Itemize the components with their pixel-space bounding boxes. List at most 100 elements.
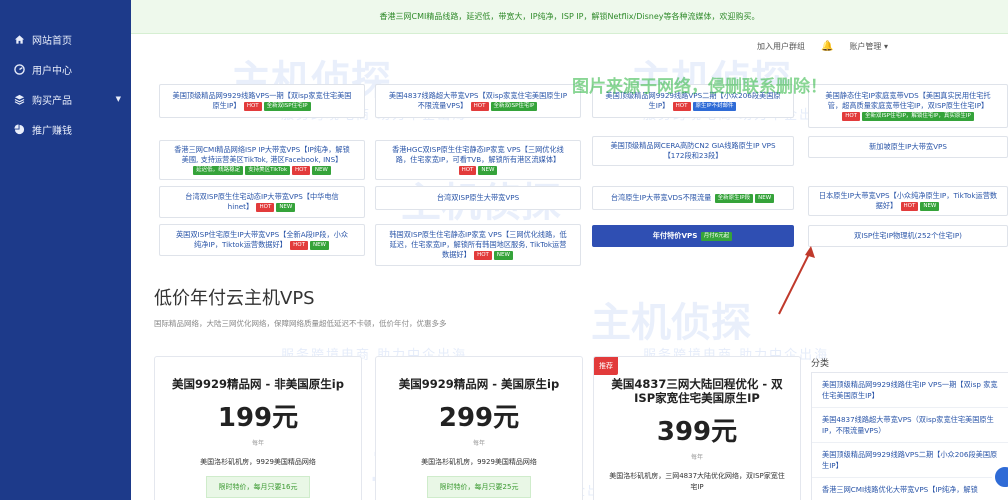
account-menu[interactable]: 账户管理 ▾ [849, 41, 888, 52]
feature-badge: 全新双ISP住宅IP，解锁住宅IP，真实原生IP [862, 112, 974, 121]
card-title: 纯净IP，Tiktok运营数据好】 [193, 240, 287, 249]
category-item[interactable]: 美国顶级精品网9929线路VPS二期【小众206段美国原生IP】 [812, 443, 1008, 478]
sidebar-item-affiliate[interactable]: 推广赚钱 [0, 114, 131, 144]
card-title: 路，住宅家宽IP，可看TVB，解锁所有港区流媒体】 [395, 155, 561, 164]
product-card[interactable]: 英国双ISP住宅原生IP大带宽VPS【全新A段IP段，小众 纯净IP，Tikto… [159, 224, 365, 256]
plan-promo: 限时特价，每月只要25元 [426, 476, 532, 498]
hot-badge: HOT [672, 102, 691, 111]
plan-price: 399元 [656, 417, 738, 447]
plan-card[interactable]: 美国9929精品网 - 非美国原生ip 199元 每年 美国洛杉矶机房，9929… [154, 356, 362, 500]
announcement-banner: 香港三网CMI精品线路，延迟低，带宽大，IP纯净，ISP IP，解锁Netfli… [131, 0, 1008, 34]
card-title: 不限流量VPS】 [417, 101, 468, 110]
plan-promo: 限时特价，每月只要16元 [205, 476, 311, 498]
hot-badge: HOT [290, 241, 308, 250]
home-icon [13, 33, 25, 45]
product-card[interactable]: 双ISP住宅IP物理机(252个住宅IP) [808, 225, 1008, 247]
new-badge: NEW [276, 203, 296, 212]
section-subtitle: 国际精品网络，大陆三网优化网络，保障网络质量超低延迟不卡顿，低价年付，优惠多多 [154, 319, 447, 328]
watermark-logo: 主机侦探 [591, 300, 751, 346]
card-title: 美国顶级精品网CERA高防CN2 GIA线路原生IP VPS [610, 141, 776, 150]
product-card[interactable]: 美国顶级精品网9929线路VPS一期【双isp家宽住宅美国 原生IP】 HOT 全… [159, 84, 365, 118]
sidebar-item-home[interactable]: 网站首页 [0, 24, 131, 54]
plan-price: 199元 [217, 403, 299, 433]
card-title: 香港三网CMI精品网络ISP IP大带宽VPS【IP纯净，解锁 [174, 145, 350, 154]
hot-badge: HOT [243, 102, 262, 111]
feature-badge: 全新原生IP段 [714, 194, 754, 203]
pie-chart-icon [13, 123, 25, 135]
plan-card[interactable]: 美国9929精品网 - 美国原生ip 299元 每年 美国洛杉矶机房，9929美… [375, 356, 583, 500]
product-card[interactable]: 新加坡原生IP大带宽VPS [808, 136, 1008, 158]
sidebar: 网站首页 用户中心 购买产品 ▼ 推广赚钱 [0, 0, 131, 500]
feature-badge: 支持美区TikTok [245, 166, 291, 175]
card-title: 美国4837线路超大带宽VPS【双isp家宽住宅美国原生IP [388, 91, 568, 100]
product-card[interactable]: 台湾原生IP大带宽VDS不限流量 全新原生IP段 NEW [592, 186, 794, 210]
card-title: 【172段和23段】 [663, 151, 723, 160]
product-card[interactable]: 美国4837线路超大带宽VPS【双isp家宽住宅美国原生IP 不限流量VPS】 … [375, 84, 581, 118]
card-title: 新加坡原生IP大带宽VPS [869, 142, 947, 151]
product-card[interactable]: 台湾双ISP原生大带宽VPS [375, 186, 581, 210]
plan-description: 美国洛杉矶机房，三网4837大陆优化网络，双ISP家宽住宅IP [609, 472, 785, 491]
card-title: 美国顶级精品网9929线路VPS二期【小众206段美国原 [605, 91, 781, 100]
annual-deal-card[interactable]: 年付特价VPS 月付6元起 [592, 225, 794, 247]
card-title: 生IP】 [648, 101, 670, 110]
price-badge: 月付6元起 [700, 232, 733, 241]
chevron-down-icon: ▼ [115, 95, 121, 103]
new-badge: NEW [755, 194, 775, 203]
card-title: 原生IP】 [212, 101, 241, 110]
plan-period: 每年 [251, 440, 264, 447]
card-title: 年付特价VPS [652, 231, 698, 240]
sidebar-nav: 网站首页 用户中心 购买产品 ▼ 推广赚钱 [0, 0, 131, 144]
card-title: 韩国双ISP原生住宅静态IP家宽 VPS【三网优化线路，低 [389, 230, 567, 239]
card-title: 台湾双ISP原生住宅动态IP大带宽VPS【中华电信 [185, 192, 339, 201]
product-card[interactable]: 韩国双ISP原生住宅静态IP家宽 VPS【三网优化线路，低 延迟，住宅家宽IP，… [375, 224, 581, 266]
feature-badge: 延迟低，线路稳定 [193, 166, 244, 175]
new-badge: NEW [309, 241, 329, 250]
hot-badge: HOT [470, 102, 489, 111]
card-title: 台湾原生IP大带宽VDS不限流量 [610, 193, 712, 202]
product-card[interactable]: 美国静态住宅IP家庭宽带VDS【美国真实民用住宅托 管，超高质量家庭宽带住宅IP… [808, 84, 1008, 128]
plan-name: 美国9929精品网 - 美国原生ip [398, 377, 560, 391]
dashboard-icon [13, 63, 25, 75]
sidebar-item-user-center[interactable]: 用户中心 [0, 54, 131, 84]
card-title: 美国顶级精品网9929线路VPS一期【双isp家宽住宅美国 [172, 91, 352, 100]
card-title: 管，超高质量家庭宽带住宅IP，双ISP原生住宅IP】 [827, 101, 989, 110]
card-title: 据好】 [875, 201, 898, 210]
plan-description: 美国洛杉矶机房，9929美国精品网络 [421, 458, 537, 466]
hot-badge: HOT [900, 202, 919, 211]
section-title: 低价年付云主机VPS [154, 288, 315, 309]
card-title: 数据好】 [442, 250, 471, 259]
plan-card[interactable]: 推荐 美国4837三网大陆回程优化 - 双ISP家宽住宅美国原生IP 399元 … [593, 356, 801, 500]
product-card[interactable]: 美国顶级精品网9929线路VPS二期【小众206段美国原 生IP】 HOT 原生I… [592, 84, 794, 118]
feature-badge: 全新双ISP住宅IP [263, 102, 311, 111]
product-card[interactable]: 美国顶级精品网CERA高防CN2 GIA线路原生IP VPS 【172段和23段… [592, 136, 794, 166]
bell-icon[interactable]: 🔔 [821, 41, 833, 52]
card-title: hinet】 [227, 202, 254, 211]
new-badge: NEW [493, 251, 513, 260]
plan-name: 美国9929精品网 - 非美国原生ip [172, 377, 344, 391]
layers-icon [13, 93, 25, 105]
sidebar-item-buy-products[interactable]: 购买产品 ▼ [0, 84, 131, 114]
product-card[interactable]: 日本原生IP大带宽VPS【小众纯净原生IP，TikTok运营数 据好】 HOT N… [808, 186, 1008, 216]
top-bar: 加入用户群组 🔔 账户管理 ▾ [131, 36, 1008, 56]
card-title: 美國, 支持运营美区TikTok, 港区Facebook, INS】 [181, 155, 343, 164]
hot-badge: HOT [292, 166, 310, 175]
product-card[interactable]: 台湾双ISP原生住宅动态IP大带宽VPS【中华电信 hinet】 HOT NEW [159, 186, 365, 218]
plan-name: 美国4837三网大陆回程优化 - 双ISP家宽住宅美国原生IP [611, 377, 783, 405]
category-item[interactable]: 美国顶级精品网9929线路住宅IP VPS一期【双isp 家宽住宅美国原生IP】 [812, 373, 1008, 408]
category-item[interactable]: 香港三网CMI线路优化大带宽VPS【IP纯净，解锁 [812, 478, 1008, 500]
hot-badge: HOT [842, 112, 861, 121]
hot-badge: HOT [256, 203, 275, 212]
add-favorite-link[interactable]: 加入用户群组 [757, 41, 805, 52]
sidebar-item-label: 网站首页 [32, 35, 72, 47]
banner-text: 香港三网CMI精品线路，延迟低，带宽大，IP纯净，ISP IP，解锁Netfli… [379, 12, 760, 21]
card-title: 英国双ISP住宅原生IP大带宽VPS【全新A段IP段，小众 [175, 230, 349, 239]
product-card[interactable]: 香港HGC双ISP原生住宅静态IP家宽 VPS【三网优化线 路，住宅家宽IP，可… [375, 140, 581, 180]
hot-badge: HOT [474, 251, 492, 260]
card-title: 日本原生IP大带宽VPS【小众纯净原生IP，TikTok运营数 [818, 191, 998, 200]
plan-period: 每年 [472, 440, 485, 447]
category-item[interactable]: 美国4837线路超大带宽VPS（双isp家宽住宅美国原生IP，不限流量VPS） [812, 408, 1008, 443]
sidebar-item-label: 推广赚钱 [32, 125, 72, 137]
card-title: 台湾双ISP原生大带宽VPS [436, 193, 520, 202]
card-title: 美国静态住宅IP家庭宽带VDS【美国真实民用住宅托 [825, 91, 991, 100]
product-card[interactable]: 香港三网CMI精品网络ISP IP大带宽VPS【IP纯净，解锁 美國, 支持运营… [159, 140, 365, 180]
